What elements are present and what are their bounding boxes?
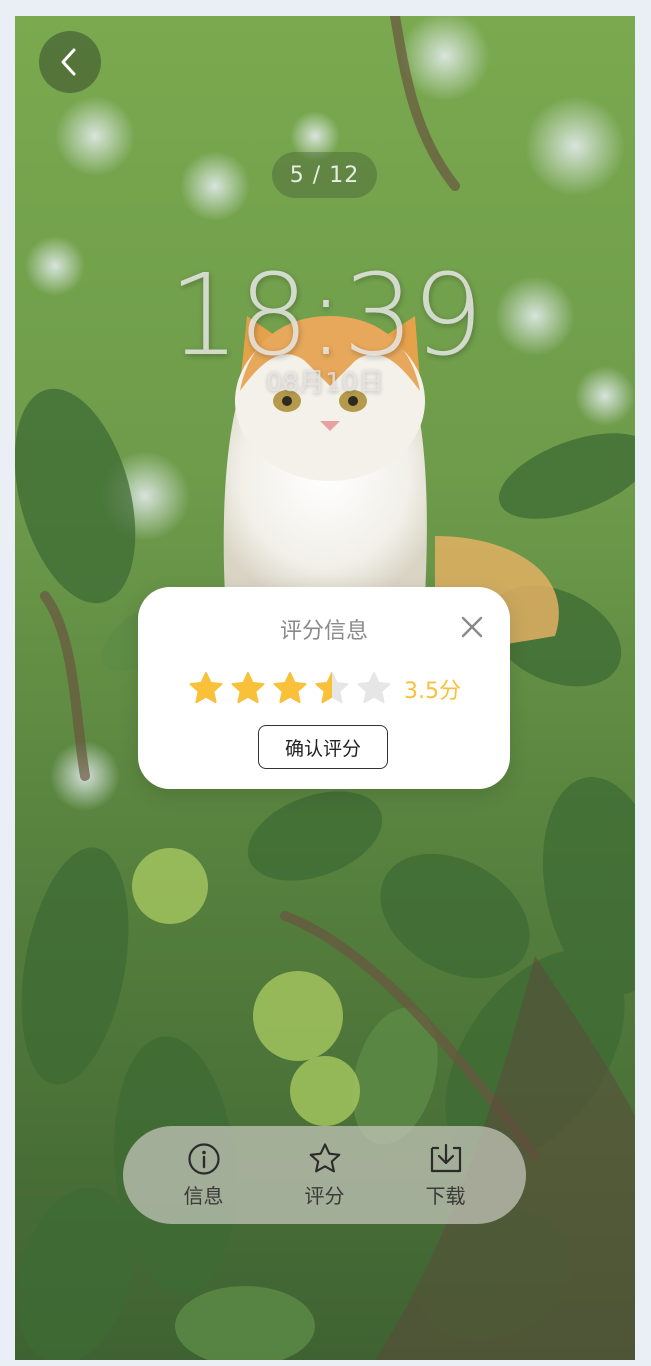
chevron-left-icon (61, 48, 76, 76)
rating-stars[interactable]: 3.5分 (188, 671, 461, 707)
back-button[interactable] (39, 31, 101, 93)
page-indicator: 5 / 12 (272, 152, 377, 198)
clock-date: 08月10日 (265, 368, 385, 398)
star-3-icon[interactable] (272, 671, 308, 707)
info-label: 信息 (183, 1183, 224, 1208)
rating-score: 3.5分 (404, 679, 461, 704)
close-icon[interactable] (460, 615, 484, 639)
wallpaper-viewer: 5 / 12 18:39 08月10日 评分信息 3.5分 确认评分 信息 评分… (15, 16, 635, 1360)
star-4-icon[interactable] (314, 671, 350, 707)
rate-label: 评分 (304, 1183, 345, 1208)
rate-button[interactable]: 评分 (280, 1142, 370, 1209)
star-outline-icon (309, 1142, 340, 1172)
rating-dialog: 评分信息 3.5分 确认评分 (138, 587, 510, 789)
info-icon (187, 1142, 220, 1175)
bottom-action-bar: 信息 评分 下载 (123, 1126, 526, 1224)
confirm-rating-button[interactable]: 确认评分 (258, 725, 388, 769)
star-2-icon[interactable] (230, 671, 266, 707)
dialog-title: 评分信息 (279, 619, 368, 644)
download-button[interactable]: 下载 (401, 1142, 491, 1209)
info-button[interactable]: 信息 (159, 1142, 249, 1209)
star-5-icon[interactable] (356, 671, 392, 707)
star-1-icon[interactable] (188, 671, 224, 707)
download-icon (430, 1143, 461, 1172)
download-label: 下载 (425, 1183, 466, 1208)
